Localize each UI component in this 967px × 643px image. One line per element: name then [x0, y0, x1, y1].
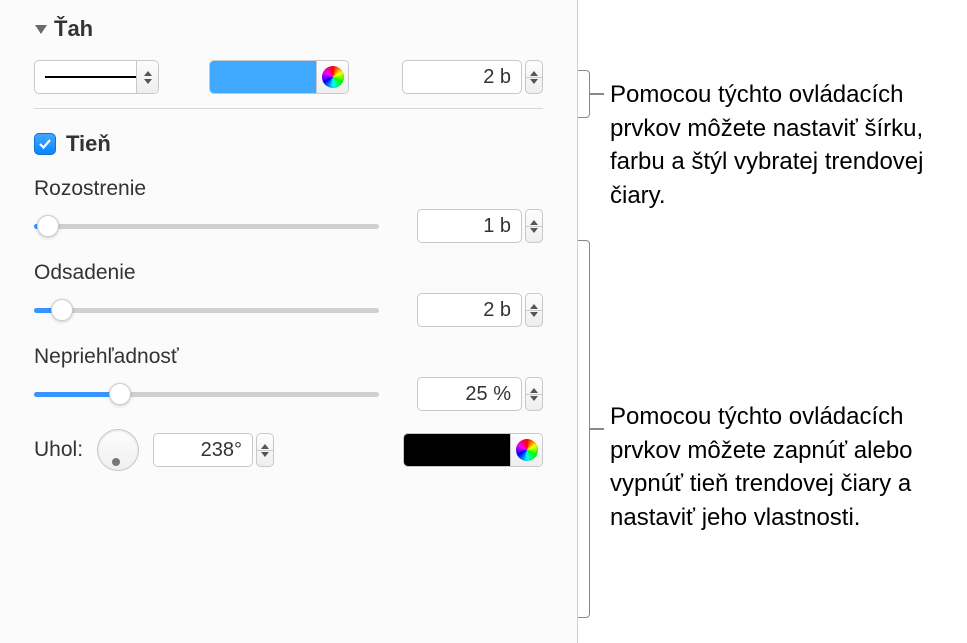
stroke-width-field[interactable]: 2 b	[402, 60, 522, 94]
angle-label: Uhol:	[34, 438, 83, 462]
stroke-callout-text: Pomocou týchto ovládacích prvkov môžete …	[610, 78, 950, 212]
callout-tick-icon	[590, 428, 604, 430]
stroke-section-label: Ťah	[54, 16, 93, 42]
disclosure-triangle-icon	[34, 23, 48, 35]
color-picker-button[interactable]	[316, 61, 348, 93]
shadow-color-control[interactable]	[403, 433, 543, 467]
color-wheel-icon	[516, 439, 538, 461]
angle-indicator-icon	[112, 458, 120, 466]
angle-dial[interactable]	[97, 429, 139, 471]
shadow-section-label: Tieň	[66, 131, 111, 157]
opacity-value-field[interactable]: 25 %	[417, 377, 522, 411]
popup-arrows-icon	[136, 61, 158, 93]
shadow-callout-text: Pomocou týchto ovládacích prvkov môžete …	[610, 400, 950, 534]
stroke-color-control[interactable]	[209, 60, 349, 94]
angle-value-field[interactable]: 238°	[153, 433, 253, 467]
opacity-stepper-buttons[interactable]	[525, 377, 543, 411]
shadow-section-header: Tieň	[34, 131, 543, 157]
opacity-control: Nepriehľadnosť 25 %	[34, 345, 543, 411]
stroke-color-swatch[interactable]	[210, 61, 316, 93]
offset-label: Odsadenie	[34, 261, 543, 285]
color-wheel-icon	[322, 66, 344, 88]
offset-value-field[interactable]: 2 b	[417, 293, 522, 327]
stroke-style-popup[interactable]	[34, 60, 159, 94]
blur-control: Rozostrenie 1 b	[34, 177, 543, 243]
stroke-section-header[interactable]: Ťah	[34, 16, 543, 42]
offset-stepper-buttons[interactable]	[525, 293, 543, 327]
offset-slider[interactable]	[34, 298, 379, 322]
blur-slider[interactable]	[34, 214, 379, 238]
stroke-width-stepper: 2 b	[402, 60, 543, 94]
callout-bracket-icon	[578, 70, 590, 118]
offset-control: Odsadenie 2 b	[34, 261, 543, 327]
slider-thumb-icon[interactable]	[109, 383, 131, 405]
angle-stepper-buttons[interactable]	[256, 433, 274, 467]
callout-bracket-icon	[578, 240, 590, 618]
shadow-color-picker-button[interactable]	[510, 434, 542, 466]
blur-value-field[interactable]: 1 b	[417, 209, 522, 243]
angle-control-row: Uhol: 238°	[34, 429, 543, 471]
checkmark-icon	[38, 138, 52, 150]
blur-stepper-buttons[interactable]	[525, 209, 543, 243]
stroke-width-stepper-buttons[interactable]	[525, 60, 543, 94]
blur-label: Rozostrenie	[34, 177, 543, 201]
shadow-color-swatch[interactable]	[404, 434, 510, 466]
line-sample-icon	[45, 76, 148, 78]
shadow-checkbox[interactable]	[34, 133, 56, 155]
section-divider	[34, 108, 543, 109]
stroke-controls-row: 2 b	[34, 60, 543, 94]
callout-tick-icon	[590, 93, 604, 95]
opacity-label: Nepriehľadnosť	[34, 345, 543, 369]
inspector-panel: Ťah 2 b	[0, 0, 578, 643]
opacity-slider[interactable]	[34, 382, 379, 406]
slider-thumb-icon[interactable]	[51, 299, 73, 321]
slider-thumb-icon[interactable]	[37, 215, 59, 237]
